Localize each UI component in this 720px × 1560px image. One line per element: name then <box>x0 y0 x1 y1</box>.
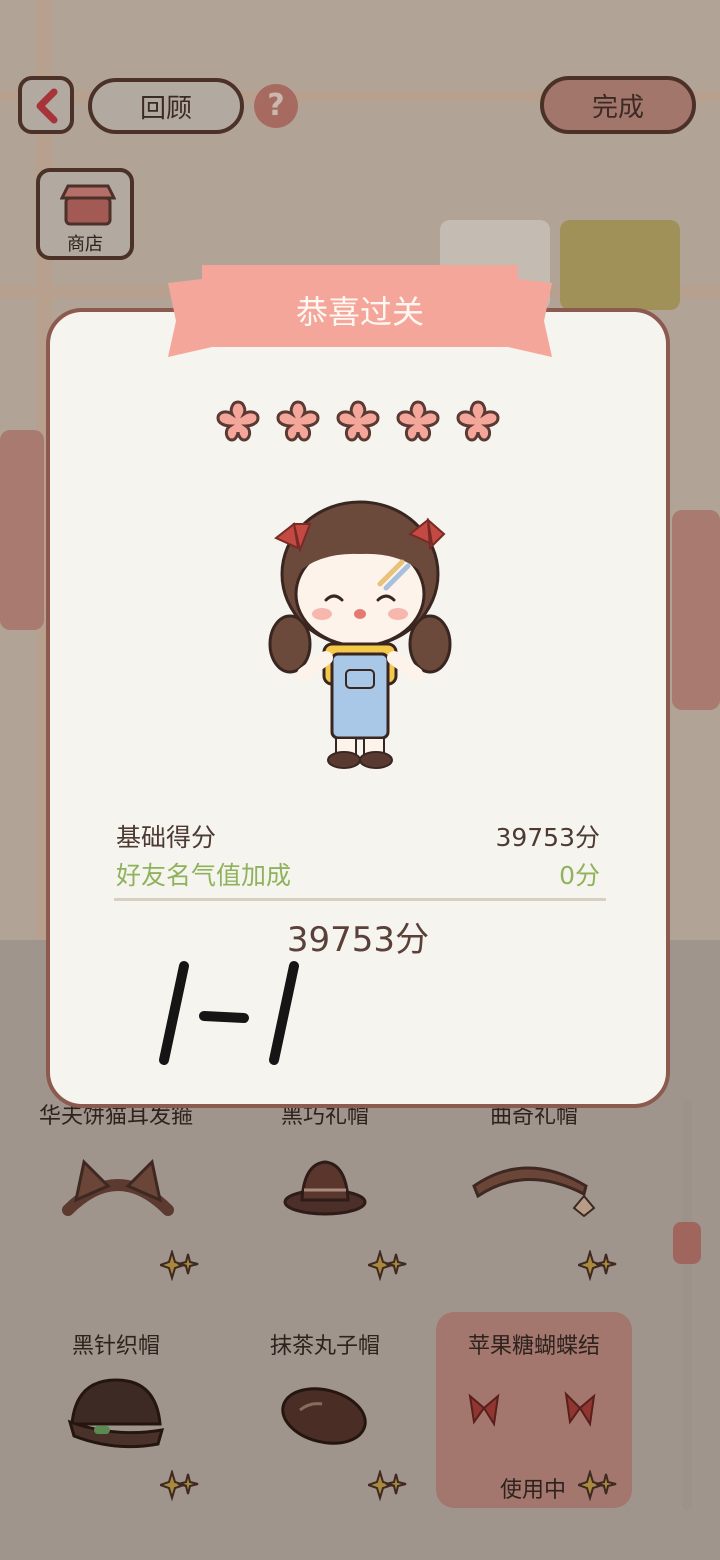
flower-star-icon <box>216 400 260 442</box>
item-card[interactable]: 曲奇礼帽 <box>436 1090 632 1288</box>
bonus-value: 0分 <box>559 861 600 890</box>
cat-ear-headband-icon <box>62 1158 174 1216</box>
sparkle-icon <box>368 1470 407 1502</box>
scrollbar-thumb[interactable] <box>673 1222 701 1264</box>
done-label: 完成 <box>591 92 644 123</box>
review-button[interactable]: 回顾 <box>88 78 244 134</box>
back-button[interactable] <box>18 76 74 134</box>
shop-button[interactable]: 商店 <box>36 168 134 260</box>
divider <box>114 898 606 901</box>
review-label: 回顾 <box>139 93 192 124</box>
top-hat-icon <box>283 1160 367 1216</box>
total-score: 39753分 <box>286 920 430 960</box>
bonus-label: 好友名气值加成 <box>116 861 292 890</box>
item-name: 抹茶丸子帽 <box>269 1334 380 1359</box>
character-avatar <box>268 500 452 769</box>
sparkle-icon <box>578 1470 617 1502</box>
base-score-label: 基础得分 <box>116 823 217 852</box>
item-card[interactable]: 抹茶丸子帽 <box>228 1312 422 1508</box>
scrollbar-track[interactable] <box>682 1100 692 1510</box>
bg-clothes-left <box>0 430 44 630</box>
knit-hat-icon <box>67 1378 165 1449</box>
item-card-selected[interactable]: 苹果糖蝴蝶结 使用中 <box>436 1312 632 1508</box>
chevron-left-icon <box>36 88 58 124</box>
hanging-dress <box>560 220 680 310</box>
in-use-label: 使用中 <box>500 1478 567 1503</box>
item-name: 苹果糖蝴蝶结 <box>467 1334 600 1359</box>
cookie-hat-icon <box>472 1166 596 1218</box>
shop-icon <box>60 184 116 226</box>
banner-title: 恭喜过关 <box>295 293 424 331</box>
flower-star-icon <box>456 400 500 442</box>
result-modal: 基础得分 39753分 好友名气值加成 0分 39753分 <box>46 308 670 1108</box>
sparkle-icon <box>578 1250 617 1282</box>
handwritten-mark <box>159 961 299 1065</box>
sparkle-icon <box>368 1250 407 1282</box>
done-button[interactable]: 完成 <box>540 76 696 134</box>
item-name: 黑针织帽 <box>71 1334 160 1359</box>
sparkle-icon <box>160 1250 199 1282</box>
help-glyph: ? <box>267 88 285 123</box>
base-score-value: 39753分 <box>495 823 600 852</box>
help-icon[interactable]: ? <box>254 84 298 128</box>
congrats-banner: 恭喜过关 <box>168 265 552 357</box>
shop-label: 商店 <box>67 234 103 255</box>
beret-icon <box>281 1387 367 1445</box>
bow-icon <box>468 1391 596 1427</box>
flower-star-icon <box>396 400 440 442</box>
star-rating <box>214 398 514 448</box>
flower-star-icon <box>276 400 320 442</box>
item-card[interactable]: 黑针织帽 <box>18 1312 214 1508</box>
flower-star-icon <box>336 400 380 442</box>
sparkle-icon <box>160 1470 199 1502</box>
item-card[interactable]: 黑巧礼帽 <box>228 1090 422 1288</box>
item-card[interactable]: 华夫饼猫耳发箍 <box>18 1090 214 1288</box>
bg-clothes-right <box>672 510 720 710</box>
